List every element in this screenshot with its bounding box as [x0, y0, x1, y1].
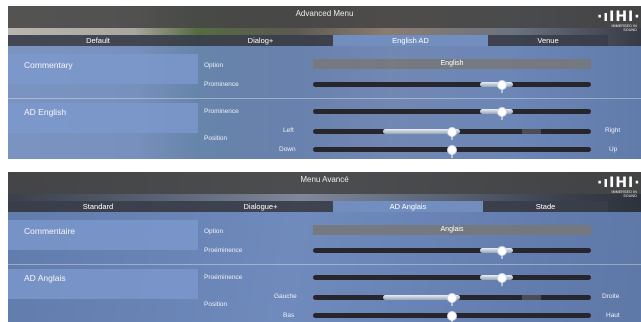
tab-ad-anglais[interactable]: AD Anglais: [333, 201, 483, 212]
down-up-slider[interactable]: [313, 144, 591, 158]
right-label: Right: [605, 127, 621, 134]
left-label: Left: [283, 127, 294, 134]
ad-prominence-label: Prominence: [204, 108, 239, 115]
brand-logo-icon: ·ıIHI· IMMERSED IN SOUND: [597, 175, 641, 198]
slider-knob[interactable]: [497, 79, 508, 90]
slider-tick: [501, 282, 503, 286]
tab-standard[interactable]: Standard: [8, 201, 188, 212]
commentary-heading: Commentary: [24, 60, 73, 70]
left-right-slider[interactable]: [313, 126, 591, 140]
down-up-slider[interactable]: [313, 310, 591, 322]
slider-knob[interactable]: [497, 272, 508, 283]
menu-title: Menu Avancé: [300, 175, 349, 184]
left-label: Gauche: [274, 293, 297, 300]
position-label: Position: [204, 301, 228, 308]
section-divider: [8, 98, 641, 99]
up-label: Up: [609, 146, 618, 153]
tab-bar: Standard Dialogue+ AD Anglais Stade: [8, 201, 608, 212]
commentary-option-select[interactable]: English: [313, 59, 591, 69]
top-bar: Advanced Menu: [8, 6, 641, 28]
down-label: Down: [279, 146, 296, 153]
right-label: Droite: [602, 293, 620, 300]
slider-knob[interactable]: [447, 292, 457, 303]
tab-stade[interactable]: Stade: [483, 201, 608, 212]
tab-dialogue-plus[interactable]: Dialogue+: [188, 201, 333, 212]
slider-knob[interactable]: [447, 126, 457, 137]
ad-prominence-label: Proéminence: [204, 274, 243, 281]
slider-tick: [501, 116, 503, 120]
option-label: Option: [204, 228, 224, 235]
slider-knob[interactable]: [497, 106, 508, 117]
top-bar: Menu Avancé: [8, 172, 641, 194]
tab-bar: Default Dialog+ English AD Venue: [8, 35, 608, 46]
brand-logo-icon: ·ıIHI· IMMERSED IN SOUND: [597, 9, 641, 32]
tab-english-ad[interactable]: English AD: [333, 35, 488, 46]
slider-tick: [451, 302, 453, 306]
commentary-option-select[interactable]: Anglais: [313, 225, 591, 235]
tab-dialog-plus[interactable]: Dialog+: [188, 35, 333, 46]
commentary-heading: Commentaire: [24, 226, 76, 236]
advanced-menu-panel-french: Menu Avancé ·ıIHI· IMMERSED IN SOUND Sta…: [8, 172, 641, 322]
left-right-slider[interactable]: [313, 292, 591, 306]
ad-heading: AD Anglais: [24, 273, 66, 283]
slider-knob[interactable]: [447, 144, 457, 155]
ad-heading: AD English: [24, 107, 67, 117]
settings-content: Commentary Option English Prominence AD …: [8, 46, 641, 159]
option-label: Option: [204, 62, 224, 69]
ad-prominence-slider[interactable]: [313, 272, 591, 286]
menu-title: Advanced Menu: [295, 9, 354, 18]
down-label: Bas: [283, 312, 295, 319]
commentary-prominence-label: Proéminence: [204, 247, 243, 254]
up-label: Haut: [606, 312, 620, 319]
tab-venue[interactable]: Venue: [488, 35, 608, 46]
slider-tick: [451, 154, 453, 158]
slider-knob[interactable]: [497, 245, 508, 256]
slider-knob[interactable]: [447, 310, 457, 321]
ad-prominence-slider[interactable]: [313, 106, 591, 120]
commentary-prominence-slider[interactable]: [313, 79, 591, 93]
slider-tick: [451, 136, 453, 140]
position-label: Position: [204, 135, 228, 142]
commentary-prominence-slider[interactable]: [313, 245, 591, 259]
tab-default[interactable]: Default: [8, 35, 188, 46]
advanced-menu-panel-english: Advanced Menu ·ıIHI· IMMERSED IN SOUND D…: [8, 6, 641, 159]
slider-tick: [501, 89, 503, 93]
commentary-prominence-label: Prominence: [204, 81, 239, 88]
slider-tick: [501, 255, 503, 259]
settings-content: Commentaire Option Anglais Proéminence A…: [8, 212, 641, 322]
section-divider: [8, 264, 641, 265]
